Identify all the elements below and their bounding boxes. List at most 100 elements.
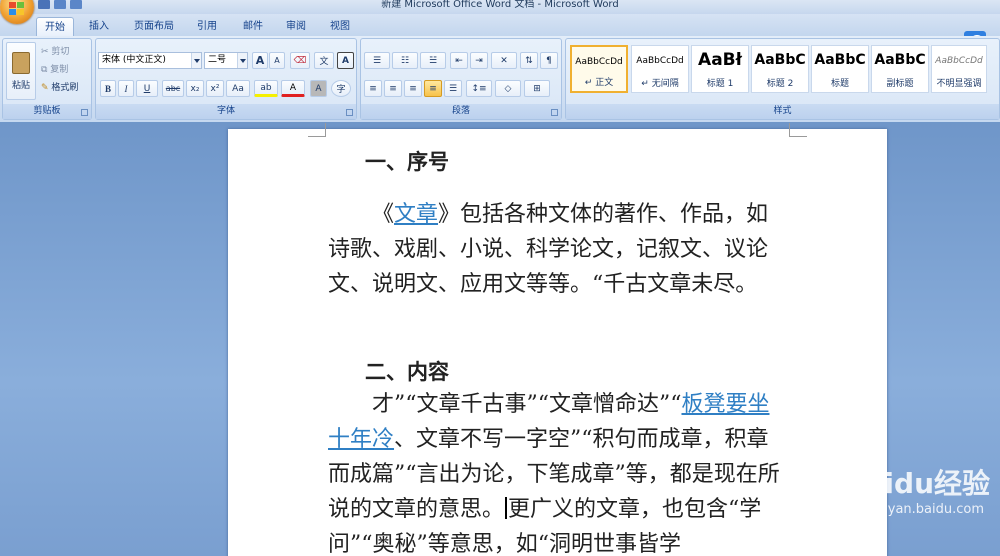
- tab-insert[interactable]: 插入: [80, 17, 118, 36]
- format-painter-button[interactable]: ✎ 格式刷: [41, 80, 78, 93]
- show-marks-button[interactable]: ¶: [540, 52, 558, 69]
- brush-icon: ✎: [41, 83, 49, 93]
- style-preview: AaBbC: [874, 52, 926, 68]
- clear-format-button[interactable]: ⌫: [290, 52, 310, 69]
- font-name-select[interactable]: 宋体 (中文正文): [98, 52, 202, 69]
- bullets-button[interactable]: ☰: [364, 52, 390, 69]
- underline-button[interactable]: U: [136, 80, 158, 97]
- borders-icon: ⊞: [533, 83, 541, 94]
- line-spacing-icon: ↕≡: [471, 83, 487, 94]
- paragraph-1-start: 《: [372, 202, 395, 227]
- grow-font-button[interactable]: A: [252, 52, 268, 69]
- style-preview: AaBbCcDd: [636, 56, 684, 66]
- office-logo-icon: [9, 2, 25, 16]
- paragraph-2: 才”“文章千古事”“文章憎命达”“板凳要坐十年冷、文章不写一字空”“积句而成章，…: [328, 387, 790, 556]
- style-preview: AaBł: [698, 50, 742, 70]
- tab-review[interactable]: 审阅: [277, 17, 315, 36]
- highlight-button[interactable]: ab: [254, 80, 278, 97]
- char-border-button[interactable]: A: [337, 52, 354, 69]
- change-case-button[interactable]: Aa: [226, 80, 250, 97]
- paragraph-launcher-icon[interactable]: [551, 109, 558, 116]
- bold-button[interactable]: B: [100, 80, 116, 97]
- indent-icon: ⇥: [475, 55, 483, 66]
- align-center-button[interactable]: ≡: [384, 80, 402, 97]
- style-name: ↵ 无间隔: [641, 79, 679, 89]
- paragraph-shading-button[interactable]: ◇: [495, 80, 521, 97]
- style-subtle-emphasis[interactable]: AaBbCcDd 不明显强调: [931, 45, 987, 93]
- phonetic-guide-button[interactable]: 文: [314, 52, 334, 69]
- subscript-button[interactable]: x₂: [186, 80, 204, 97]
- justify-button[interactable]: ≡: [424, 80, 442, 97]
- italic-button[interactable]: I: [118, 80, 134, 97]
- outdent-icon: ⇤: [455, 55, 463, 66]
- shrink-font-button[interactable]: A: [269, 52, 285, 69]
- clipboard-launcher-icon[interactable]: [81, 109, 88, 116]
- copy-button[interactable]: ⧉ 复制: [41, 62, 68, 75]
- undo-icon[interactable]: [54, 0, 66, 9]
- sort-button[interactable]: ⇅: [520, 52, 538, 69]
- ribbon: 粘贴 ✂ 剪切 ⧉ 复制 ✎ 格式刷 剪贴板 宋体 (中文正文) 二号 A A …: [0, 36, 1000, 122]
- tab-home[interactable]: 开始: [36, 17, 74, 36]
- style-name: 标题 1: [706, 79, 734, 89]
- justify-icon: ≡: [429, 83, 437, 94]
- borders-button[interactable]: ⊞: [524, 80, 550, 97]
- style-heading-1[interactable]: AaBł 标题 1: [691, 45, 749, 93]
- strikethrough-button[interactable]: abc: [162, 80, 184, 97]
- style-title[interactable]: AaBbC 标题: [811, 45, 869, 93]
- tab-references[interactable]: 引用: [188, 17, 226, 36]
- paragraph-1: 《文章》包括各种文体的著作、作品，如诗歌、戏剧、小说、科学论文，记叙文、议论文、…: [328, 197, 790, 302]
- bullet-list-icon: ☰: [372, 55, 382, 66]
- multilevel-list-button[interactable]: ☱: [420, 52, 446, 69]
- heading-2: 二、内容: [365, 360, 449, 384]
- save-icon[interactable]: [38, 0, 50, 9]
- redo-icon[interactable]: [70, 0, 82, 9]
- distribute-button[interactable]: ☰: [444, 80, 462, 97]
- chevron-down-icon: [237, 53, 247, 68]
- paragraph-group: ☰ ☷ ☱ ⇤ ⇥ ✕ ⇅ ¶ ≡ ≡ ≡ ≡ ☰ ↕≡ ◇ ⊞ 段落: [360, 38, 562, 120]
- numbering-button[interactable]: ☷: [392, 52, 418, 69]
- font-size-value: 二号: [208, 55, 227, 65]
- style-normal[interactable]: AaBbCcDd ↵ 正文: [570, 45, 628, 93]
- tab-view[interactable]: 视图: [321, 17, 359, 36]
- article-link[interactable]: 文章: [394, 202, 438, 227]
- style-name: 副标题: [886, 79, 914, 89]
- pilcrow-icon: ¶: [546, 55, 552, 66]
- font-launcher-icon[interactable]: [346, 109, 353, 116]
- style-preview: AaBbCcDd: [575, 57, 623, 67]
- quick-access-toolbar: [38, 0, 82, 10]
- style-no-spacing[interactable]: AaBbCcDd ↵ 无间隔: [631, 45, 689, 93]
- style-subtitle[interactable]: AaBbC 副标题: [871, 45, 929, 93]
- style-name: 标题: [830, 79, 849, 89]
- chinese-layout-icon: ✕: [500, 55, 508, 66]
- font-color-button[interactable]: A: [281, 80, 305, 97]
- chinese-layout-button[interactable]: ✕: [491, 52, 517, 69]
- style-preview: AaBbC: [814, 52, 866, 68]
- style-preview: AaBbC: [754, 52, 806, 68]
- line-spacing-button[interactable]: ↕≡: [466, 80, 492, 97]
- tab-mailings[interactable]: 邮件: [234, 17, 272, 36]
- font-group-label: 字体: [96, 104, 356, 119]
- text-cursor: [505, 497, 508, 519]
- style-heading-2[interactable]: AaBbC 标题 2: [751, 45, 809, 93]
- align-right-button[interactable]: ≡: [404, 80, 422, 97]
- align-left-button[interactable]: ≡: [364, 80, 382, 97]
- enclose-char-button[interactable]: 字: [331, 80, 351, 97]
- cut-button[interactable]: ✂ 剪切: [41, 44, 69, 57]
- font-name-value: 宋体 (中文正文): [102, 55, 166, 65]
- char-shading-button[interactable]: A: [310, 80, 327, 97]
- distribute-icon: ☰: [448, 83, 458, 94]
- increase-indent-button[interactable]: ⇥: [470, 52, 488, 69]
- font-size-select[interactable]: 二号: [204, 52, 248, 69]
- chevron-down-icon: [191, 53, 201, 68]
- align-right-icon: ≡: [409, 83, 417, 94]
- superscript-button[interactable]: x²: [206, 80, 224, 97]
- tab-page-layout[interactable]: 页面布局: [128, 17, 180, 36]
- style-preview: AaBbCcDd: [935, 56, 983, 66]
- document-page[interactable]: 一、序号 《文章》包括各种文体的著作、作品，如诗歌、戏剧、小说、科学论文，记叙文…: [228, 123, 887, 556]
- decrease-indent-button[interactable]: ⇤: [450, 52, 468, 69]
- clipboard-group-label: 剪贴板: [3, 104, 91, 119]
- cut-label: 剪切: [51, 47, 70, 57]
- align-center-icon: ≡: [389, 83, 397, 94]
- paste-button[interactable]: 粘贴: [6, 42, 36, 100]
- paragraph-group-label: 段落: [361, 104, 561, 119]
